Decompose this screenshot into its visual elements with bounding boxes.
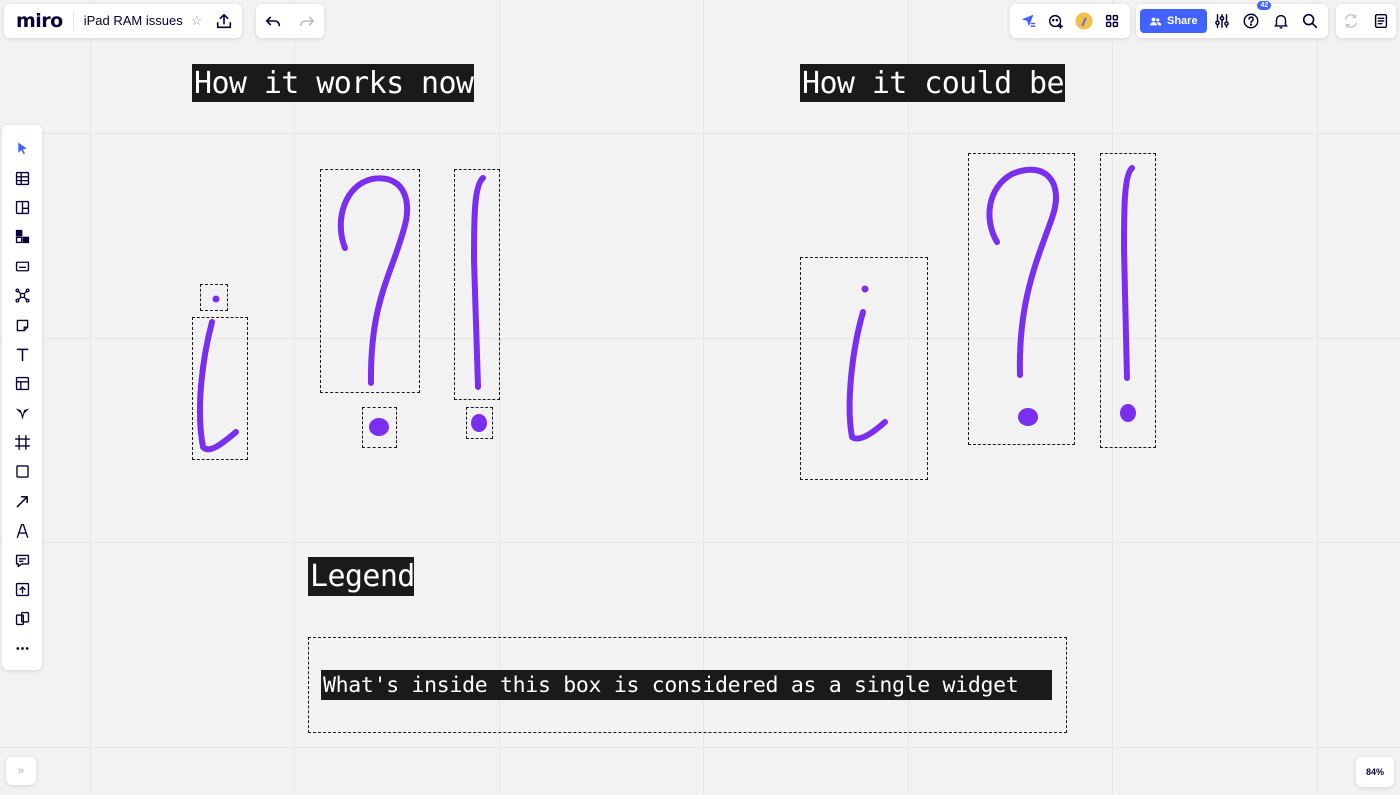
mind-map-tool[interactable]: [6, 281, 38, 310]
search-button[interactable]: [1296, 7, 1324, 35]
board-title-panel: miro iPad RAM issues ☆: [4, 4, 243, 38]
zoom-level[interactable]: 84%: [1356, 757, 1394, 787]
pen-icon: [16, 524, 28, 539]
widget-box-exclamation-whole[interactable]: [1100, 153, 1156, 448]
undo-redo-panel: [256, 4, 324, 38]
avatar-icon: [1075, 12, 1093, 30]
add-reaction-icon: [1048, 14, 1064, 29]
notification-badge: 42: [1257, 1, 1272, 10]
settings-button[interactable]: [1208, 7, 1236, 35]
board-title[interactable]: iPad RAM issues: [72, 11, 189, 31]
mind-map-icon: [14, 288, 30, 303]
redo-button[interactable]: [293, 7, 321, 35]
widget-box-question-stem[interactable]: [320, 169, 420, 393]
frame-tool[interactable]: [6, 428, 38, 457]
creation-toolbar: [2, 125, 42, 670]
select-tool[interactable]: [6, 134, 38, 163]
sliders-icon: [1215, 13, 1229, 29]
actions-panel: Share 42: [1136, 1, 1328, 38]
sticky-note-icon: [16, 319, 28, 331]
grid-icon: [1105, 14, 1119, 28]
pen-tool[interactable]: [6, 516, 38, 545]
share-label: Share: [1167, 15, 1198, 27]
shapes-library-icon: [15, 230, 29, 244]
widget-box-question-whole[interactable]: [968, 153, 1075, 445]
bell-icon: [1274, 14, 1288, 29]
apps-grid-button[interactable]: [1098, 7, 1126, 35]
apps-tool[interactable]: [6, 399, 38, 428]
kanban-tool[interactable]: [6, 193, 38, 222]
cursor-icon: [17, 142, 27, 155]
widget-box-exclamation-stem[interactable]: [454, 169, 500, 400]
sticky-note-tool[interactable]: [6, 310, 38, 339]
undo-button[interactable]: [259, 7, 287, 35]
follow-cursor-icon: [1021, 14, 1036, 27]
notifications-button[interactable]: [1267, 7, 1295, 35]
legend-description[interactable]: What's inside this box is considered as …: [321, 670, 1052, 700]
upload-tool[interactable]: [6, 575, 38, 604]
text-tool[interactable]: [6, 340, 38, 369]
help-icon: [1243, 13, 1259, 29]
user-avatar[interactable]: [1070, 7, 1098, 35]
screen-share-tool[interactable]: [6, 604, 38, 633]
shape-tool[interactable]: [6, 457, 38, 486]
reactions-button[interactable]: [1042, 7, 1070, 35]
arrow-line-icon: [16, 495, 28, 508]
kanban-icon: [15, 200, 29, 215]
sync-icon: [1344, 13, 1358, 29]
collab-panel: [1010, 4, 1130, 38]
table-tool[interactable]: [6, 163, 38, 192]
upload-icon: [217, 13, 232, 29]
more-tools-button[interactable]: [6, 634, 38, 663]
widget-box-exclamation-dot[interactable]: [466, 407, 493, 439]
legend-title[interactable]: Legend: [308, 557, 415, 596]
heading-how-it-works-now[interactable]: How it works now: [192, 64, 474, 102]
card-icon: [15, 261, 29, 272]
help-button[interactable]: 42: [1237, 1, 1272, 35]
template-icon: [15, 377, 29, 391]
comment-tool[interactable]: [6, 545, 38, 574]
upload-icon: [15, 582, 29, 597]
widget-box-i-whole[interactable]: [800, 257, 928, 480]
frame-icon: [14, 435, 30, 451]
table-icon: [15, 171, 29, 185]
export-button[interactable]: [210, 7, 238, 35]
board-menu-button[interactable]: [1367, 7, 1395, 35]
text-icon: [16, 348, 28, 362]
square-icon: [15, 465, 29, 479]
view-panel: [1336, 4, 1396, 38]
notes-icon: [1374, 13, 1388, 29]
star-icon[interactable]: ☆: [189, 13, 211, 29]
connection-line-tool[interactable]: [6, 487, 38, 516]
app-logo-icon: [15, 408, 29, 420]
card-tool[interactable]: [6, 252, 38, 281]
search-icon: [1302, 13, 1318, 29]
comment-icon: [15, 554, 29, 567]
redo-icon: [299, 16, 315, 27]
undo-icon: [265, 16, 281, 27]
share-button[interactable]: Share: [1140, 9, 1207, 33]
more-icon: [15, 646, 29, 650]
screen-share-icon: [15, 612, 29, 626]
miro-logo[interactable]: miro: [4, 10, 73, 32]
follow-button[interactable]: [1014, 7, 1042, 35]
widget-box-i-stem[interactable]: [192, 317, 248, 460]
shapes-library-tool[interactable]: [6, 222, 38, 251]
template-tool[interactable]: [6, 369, 38, 398]
users-icon: [1149, 17, 1162, 25]
widget-box-i-dot[interactable]: [200, 284, 228, 311]
expand-panel-button[interactable]: »: [6, 757, 36, 785]
heading-how-it-could-be[interactable]: How it could be: [800, 64, 1065, 102]
sync-button[interactable]: [1337, 7, 1365, 35]
widget-box-question-dot[interactable]: [362, 407, 397, 448]
